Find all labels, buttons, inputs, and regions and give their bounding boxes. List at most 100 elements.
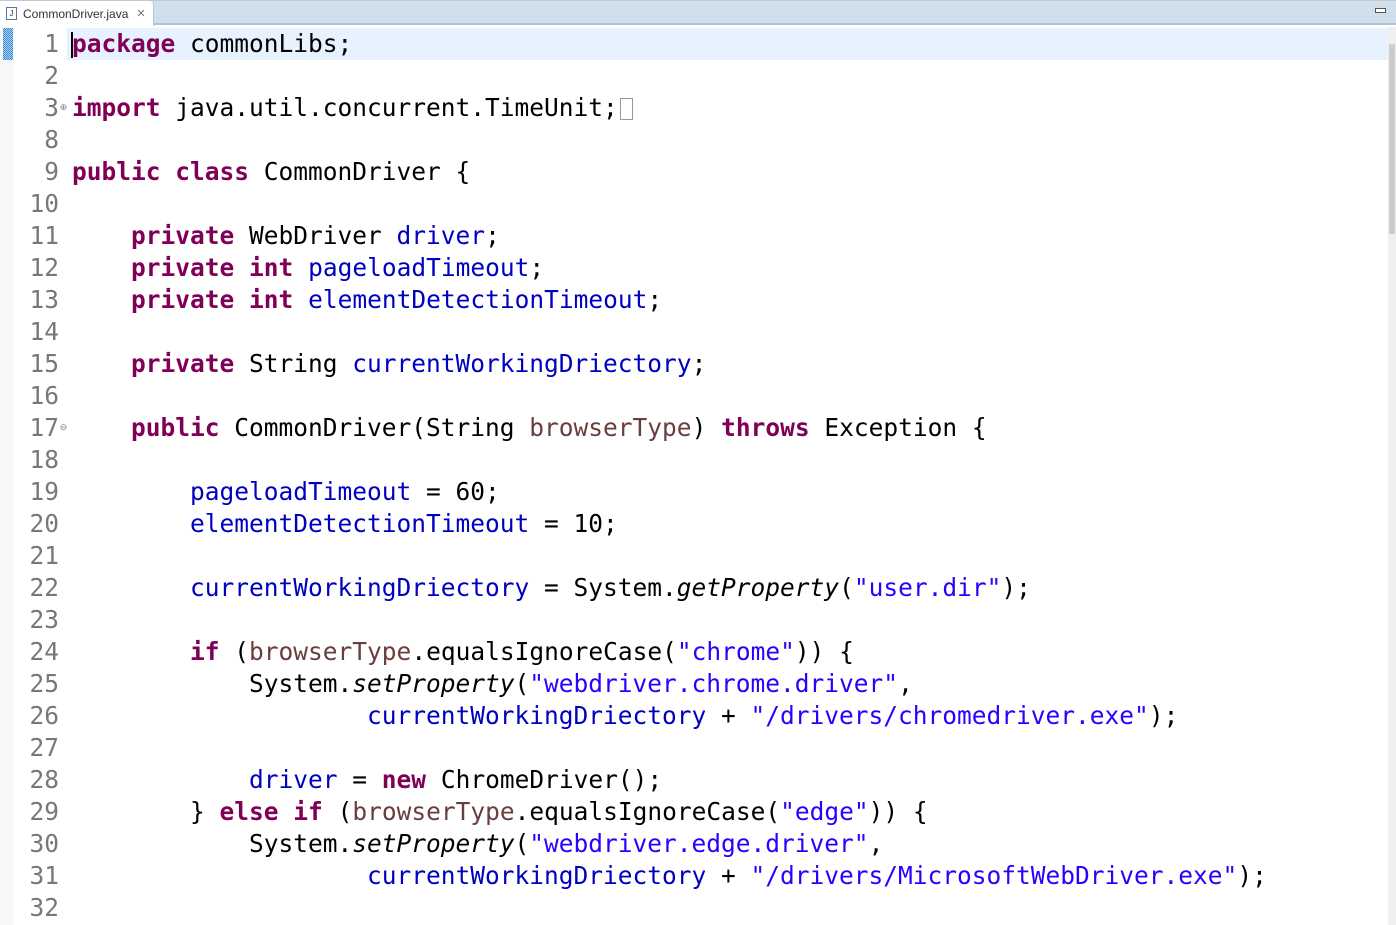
line-number: 17 [29, 413, 59, 442]
line-number: 32 [29, 893, 59, 922]
keyword: package [72, 29, 176, 58]
string-literal: "edge" [780, 797, 869, 826]
code-text: ); [1237, 861, 1267, 890]
field-name: driver [396, 221, 486, 250]
line-number: 12 [29, 253, 59, 282]
code-line[interactable]: currentWorkingDriectory = System.getProp… [72, 572, 1031, 604]
code-line[interactable]: private String currentWorkingDriectory; [72, 348, 706, 380]
keyword: else [219, 797, 279, 826]
code-line[interactable]: package commonLibs; [72, 28, 352, 60]
line-number: 18 [29, 445, 59, 474]
code-line[interactable]: if (browserType.equalsIgnoreCase("chrome… [72, 636, 854, 668]
field-name: currentWorkingDriectory [367, 701, 707, 730]
string-literal: "webdriver.edge.driver" [529, 829, 869, 858]
line-number: 26 [29, 701, 59, 730]
code-line[interactable]: currentWorkingDriectory + "/drivers/Micr… [72, 860, 1267, 892]
keyword: throws [721, 413, 810, 442]
line-number: 24 [29, 637, 59, 666]
code-text: + [706, 861, 751, 890]
code-text: ); [1001, 573, 1031, 602]
expand-fold-icon[interactable]: ⊕ [59, 103, 68, 112]
code-text: )) { [868, 797, 928, 826]
line-number: 25 [29, 669, 59, 698]
line-number: 20 [29, 509, 59, 538]
code-text: CommonDriver { [249, 157, 471, 186]
code-line[interactable]: elementDetectionTimeout = 10; [72, 508, 618, 540]
parameter-name: browserType [529, 413, 692, 442]
code-editor[interactable]: 1 package commonLibs; 2 3 ⊕ import java.util.… [0, 27, 1388, 925]
keyword: public [72, 157, 161, 186]
code-line[interactable]: } else if (browserType.equalsIgnoreCase(… [72, 796, 928, 828]
code-text: ); [1148, 701, 1179, 730]
parameter-name: browserType [352, 797, 515, 826]
scrollbar-thumb[interactable] [1389, 44, 1395, 234]
code-line[interactable]: private WebDriver driver; [72, 220, 500, 252]
overview-ruler [0, 27, 14, 925]
line-number: 14 [29, 317, 59, 346]
parameter-name: browserType [249, 637, 412, 666]
collapse-fold-icon[interactable]: ⊖ [59, 423, 68, 432]
code-line[interactable]: private int elementDetectionTimeout; [72, 284, 662, 316]
tab-commondriver-java[interactable]: J CommonDriver.java ✕ [0, 1, 154, 26]
field-name: pageloadTimeout [308, 253, 530, 282]
field-name: currentWorkingDriectory [367, 861, 707, 890]
field-name: currentWorkingDriectory [352, 349, 692, 378]
keyword: private [131, 285, 235, 314]
string-literal: "webdriver.chrome.driver" [529, 669, 899, 698]
code-line[interactable]: public class CommonDriver { [72, 156, 470, 188]
code-text: java.util.concurrent.TimeUnit; [160, 93, 618, 122]
close-icon[interactable]: ✕ [136, 7, 145, 20]
vertical-scrollbar[interactable] [1388, 27, 1396, 925]
code-text: ( [514, 669, 530, 698]
code-line[interactable]: pageloadTimeout = 60; [72, 476, 500, 508]
code-line[interactable]: private int pageloadTimeout; [72, 252, 544, 284]
line-number: 31 [29, 861, 59, 890]
code-text: ) [691, 413, 722, 442]
code-text: ; [691, 349, 707, 378]
line-number: 10 [29, 189, 59, 218]
keyword: private [131, 253, 235, 282]
code-line[interactable]: System.setProperty("webdriver.edge.drive… [72, 828, 883, 860]
code-text: ( [219, 637, 250, 666]
line-number: 30 [29, 829, 59, 858]
line-number: 13 [29, 285, 59, 314]
code-text: String [234, 349, 353, 378]
code-text: ; [529, 253, 545, 282]
keyword: class [175, 157, 250, 186]
line-number: 19 [29, 477, 59, 506]
code-line[interactable]: public CommonDriver(String browserType) … [72, 412, 987, 444]
code-line[interactable]: driver = new ChromeDriver(); [72, 764, 662, 796]
code-line[interactable]: currentWorkingDriectory + "/drivers/chro… [72, 700, 1178, 732]
keyword: if [293, 797, 323, 826]
code-line[interactable]: import java.util.concurrent.TimeUnit; [72, 92, 633, 124]
minimize-button[interactable] [1375, 8, 1386, 13]
field-name: elementDetectionTimeout [308, 285, 648, 314]
line-number: 2 [44, 61, 59, 90]
line-number: 23 [29, 605, 59, 634]
code-text: CommonDriver(String [219, 413, 530, 442]
code-text: = 10; [529, 509, 618, 538]
editor-tab-bar: J CommonDriver.java ✕ [0, 0, 1396, 26]
code-line[interactable]: System.setProperty("webdriver.chrome.dri… [72, 668, 913, 700]
current-line-marker [3, 28, 13, 60]
code-text: .equalsIgnoreCase( [514, 797, 781, 826]
line-number: 28 [29, 765, 59, 794]
field-name: elementDetectionTimeout [190, 509, 530, 538]
collapsed-region-icon[interactable] [619, 98, 633, 120]
code-text: System. [72, 829, 353, 858]
line-number: 1 [44, 29, 59, 58]
code-text: ( [322, 797, 353, 826]
